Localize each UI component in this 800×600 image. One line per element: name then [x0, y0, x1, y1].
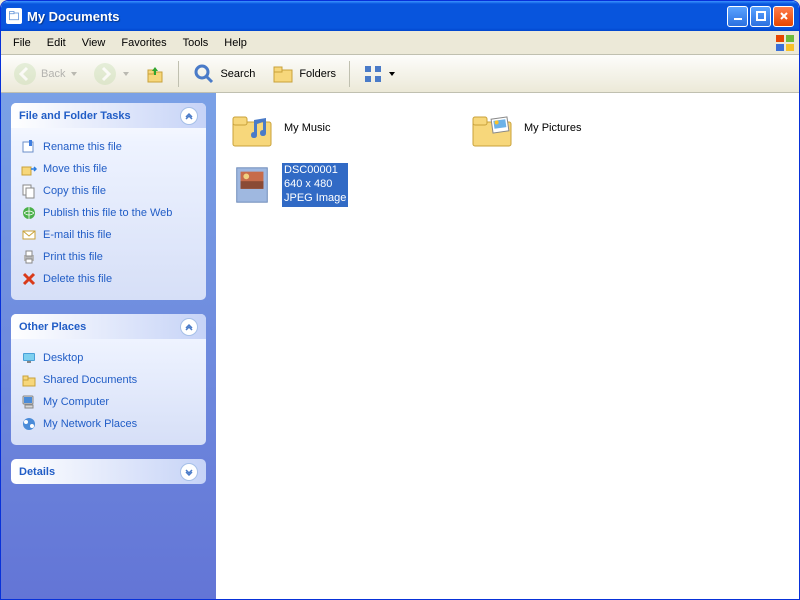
- maximize-button[interactable]: [750, 6, 771, 27]
- task-rename[interactable]: Rename this file: [21, 136, 196, 158]
- places-panel: Other Places Desktop Shared Documents My…: [11, 314, 206, 445]
- rename-icon: [21, 139, 37, 155]
- tasks-panel-body: Rename this file Move this file Copy thi…: [11, 128, 206, 300]
- content-area[interactable]: My Music My Pictures DSC00001 64: [216, 93, 799, 599]
- task-delete-label: Delete this file: [43, 273, 112, 285]
- task-email[interactable]: E-mail this file: [21, 224, 196, 246]
- titlebar: My Documents: [1, 1, 799, 31]
- folders-icon: [271, 62, 295, 86]
- place-network[interactable]: My Network Places: [21, 413, 196, 435]
- image-file-icon: [228, 163, 276, 207]
- task-email-label: E-mail this file: [43, 229, 111, 241]
- place-mycomputer[interactable]: My Computer: [21, 391, 196, 413]
- folders-button[interactable]: Folders: [265, 58, 342, 90]
- task-rename-label: Rename this file: [43, 141, 122, 153]
- details-panel-title: Details: [19, 466, 55, 478]
- places-panel-body: Desktop Shared Documents My Computer My …: [11, 339, 206, 445]
- folders-label: Folders: [299, 68, 336, 80]
- file-dsc00001[interactable]: DSC00001 640 x 480 JPEG Image: [224, 159, 464, 211]
- place-desktop[interactable]: Desktop: [21, 347, 196, 369]
- menu-tools[interactable]: Tools: [175, 35, 217, 51]
- places-panel-header[interactable]: Other Places: [11, 314, 206, 339]
- up-icon: [145, 64, 165, 84]
- folder-label: My Pictures: [522, 121, 583, 137]
- sidebar: File and Folder Tasks Rename this file M…: [1, 93, 216, 599]
- network-icon: [21, 416, 37, 432]
- back-label: Back: [41, 68, 65, 80]
- print-icon: [21, 249, 37, 265]
- windows-logo-icon: [775, 33, 795, 53]
- item-row: My Music My Pictures: [224, 103, 791, 159]
- minimize-button[interactable]: [727, 6, 748, 27]
- window-title: My Documents: [27, 9, 727, 24]
- close-button[interactable]: [773, 6, 794, 27]
- delete-icon: [21, 271, 37, 287]
- details-panel-header[interactable]: Details: [11, 459, 206, 484]
- up-button[interactable]: [139, 60, 171, 88]
- copy-icon: [21, 183, 37, 199]
- desktop-icon: [21, 350, 37, 366]
- body-area: File and Folder Tasks Rename this file M…: [1, 93, 799, 599]
- search-button[interactable]: Search: [186, 58, 261, 90]
- menu-file[interactable]: File: [5, 35, 39, 51]
- back-dropdown-arrow-icon: [71, 72, 77, 76]
- menu-favorites[interactable]: Favorites: [113, 35, 174, 51]
- details-panel: Details: [11, 459, 206, 484]
- item-row-2: DSC00001 640 x 480 JPEG Image: [224, 159, 791, 215]
- collapse-icon: [180, 107, 198, 125]
- places-panel-title: Other Places: [19, 321, 86, 333]
- tasks-panel-title: File and Folder Tasks: [19, 110, 131, 122]
- tasks-panel: File and Folder Tasks Rename this file M…: [11, 103, 206, 300]
- task-delete[interactable]: Delete this file: [21, 268, 196, 290]
- menubar: File Edit View Favorites Tools Help: [1, 31, 799, 55]
- views-dropdown-arrow-icon: [389, 72, 395, 76]
- views-button[interactable]: [357, 60, 401, 88]
- email-icon: [21, 227, 37, 243]
- collapse-icon: [180, 318, 198, 336]
- forward-icon: [93, 62, 117, 86]
- explorer-window: My Documents File Edit View Favorites To…: [0, 0, 800, 600]
- search-icon: [192, 62, 216, 86]
- place-shared[interactable]: Shared Documents: [21, 369, 196, 391]
- task-publish-label: Publish this file to the Web: [43, 207, 172, 219]
- task-copy[interactable]: Copy this file: [21, 180, 196, 202]
- app-icon: [6, 8, 22, 24]
- menu-edit[interactable]: Edit: [39, 35, 74, 51]
- forward-button[interactable]: [87, 58, 135, 90]
- toolbar: Back Search Folders: [1, 55, 799, 93]
- toolbar-separator: [178, 61, 179, 87]
- forward-dropdown-arrow-icon: [123, 72, 129, 76]
- task-move[interactable]: Move this file: [21, 158, 196, 180]
- menu-view[interactable]: View: [74, 35, 114, 51]
- window-controls: [727, 6, 794, 27]
- search-label: Search: [220, 68, 255, 80]
- folder-my-music[interactable]: My Music: [224, 103, 464, 155]
- back-icon: [13, 62, 37, 86]
- views-icon: [363, 64, 383, 84]
- folder-my-pictures[interactable]: My Pictures: [464, 103, 704, 155]
- folder-label: My Music: [282, 121, 332, 137]
- task-copy-label: Copy this file: [43, 185, 106, 197]
- expand-icon: [180, 463, 198, 481]
- task-publish[interactable]: Publish this file to the Web: [21, 202, 196, 224]
- shared-folder-icon: [21, 372, 37, 388]
- file-label: DSC00001 640 x 480 JPEG Image: [282, 163, 348, 206]
- pictures-folder-icon: [468, 107, 516, 151]
- menu-items: File Edit View Favorites Tools Help: [5, 35, 255, 51]
- place-shared-label: Shared Documents: [43, 374, 137, 386]
- place-desktop-label: Desktop: [43, 352, 83, 364]
- toolbar-separator-2: [349, 61, 350, 87]
- back-button[interactable]: Back: [7, 58, 83, 90]
- task-print[interactable]: Print this file: [21, 246, 196, 268]
- publish-icon: [21, 205, 37, 221]
- move-icon: [21, 161, 37, 177]
- task-print-label: Print this file: [43, 251, 103, 263]
- music-folder-icon: [228, 107, 276, 151]
- task-move-label: Move this file: [43, 163, 107, 175]
- tasks-panel-header[interactable]: File and Folder Tasks: [11, 103, 206, 128]
- place-mycomputer-label: My Computer: [43, 396, 109, 408]
- computer-icon: [21, 394, 37, 410]
- menu-help[interactable]: Help: [216, 35, 255, 51]
- place-network-label: My Network Places: [43, 418, 137, 430]
